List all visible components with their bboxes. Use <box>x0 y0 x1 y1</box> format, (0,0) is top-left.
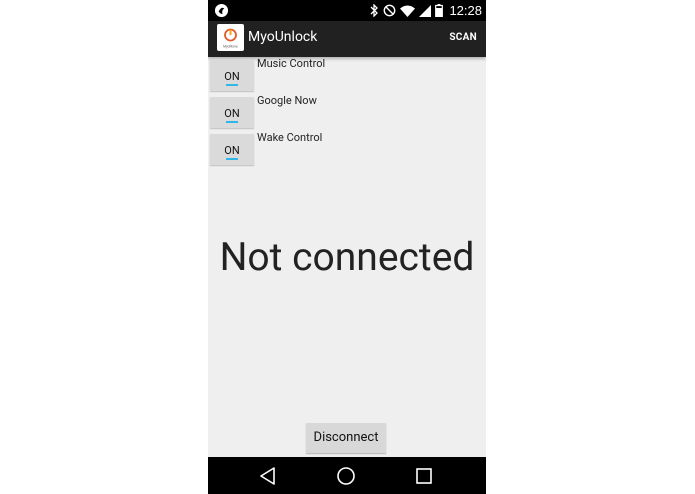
disconnect-button[interactable]: Disconnect <box>306 423 386 453</box>
svg-text:MyoMove: MyoMove <box>223 45 238 49</box>
toggle-state-label: ON <box>224 70 240 83</box>
back-icon[interactable] <box>258 466 278 486</box>
toggle-indicator <box>226 158 238 160</box>
status-bar: 12:28 <box>208 0 486 21</box>
toggle-row-google-now: ON Google Now <box>210 94 486 128</box>
navigation-bar <box>208 457 486 494</box>
music-control-label: Music Control <box>257 57 326 70</box>
toggle-indicator <box>226 121 238 123</box>
battery-icon <box>435 4 444 17</box>
toggle-state-label: ON <box>224 107 240 120</box>
wake-control-toggle[interactable]: ON <box>210 134 254 165</box>
toggle-state-label: ON <box>224 144 240 157</box>
status-time: 12:28 <box>449 3 482 18</box>
bluetooth-icon <box>370 4 379 17</box>
toggle-row-wake-control: ON Wake Control <box>210 131 486 165</box>
do-not-disturb-icon <box>384 4 396 17</box>
app-title: MyoUnlock <box>248 29 318 45</box>
music-control-toggle[interactable]: ON <box>210 60 254 91</box>
google-now-label: Google Now <box>257 94 317 107</box>
wake-control-label: Wake Control <box>257 131 323 144</box>
toggle-row-music-control: ON Music Control <box>210 57 486 91</box>
phone-screen: 12:28 MyoMove MyoUnlock SCAN ON Music Co… <box>208 0 486 494</box>
wifi-icon <box>400 5 416 17</box>
recent-apps-icon[interactable] <box>414 466 434 486</box>
action-bar: MyoMove MyoUnlock SCAN <box>208 21 486 57</box>
scan-button[interactable]: SCAN <box>449 32 477 43</box>
myo-logo-icon: MyoMove <box>223 28 238 49</box>
google-now-toggle[interactable]: ON <box>210 97 254 128</box>
toggle-indicator <box>226 84 238 86</box>
notification-app-icon <box>214 3 229 18</box>
app-icon: MyoMove <box>217 24 244 51</box>
home-icon[interactable] <box>336 466 356 486</box>
connection-status-text: Not connected <box>219 234 475 280</box>
cellular-signal-icon <box>419 4 432 17</box>
